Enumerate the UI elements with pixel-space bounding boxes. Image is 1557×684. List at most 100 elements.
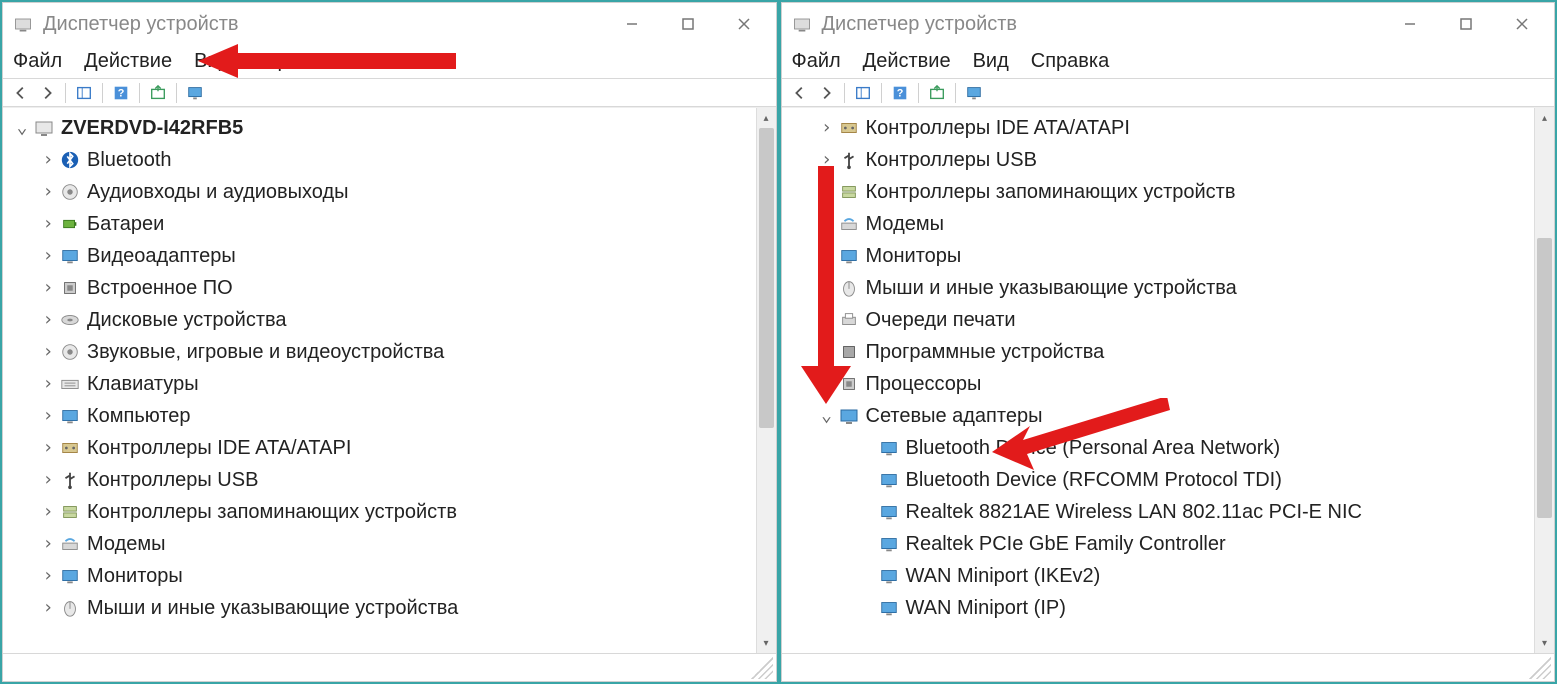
tree-item[interactable]: Мониторы [9, 560, 754, 592]
tree-item[interactable]: Мониторы [788, 240, 1533, 272]
expander-icon[interactable] [818, 379, 836, 389]
expander-icon[interactable] [818, 347, 836, 357]
expander-icon[interactable] [39, 571, 57, 581]
maximize-button[interactable] [1438, 4, 1494, 44]
scroll-up-icon[interactable]: ▴ [757, 108, 776, 128]
tree-item[interactable]: Модемы [9, 528, 754, 560]
device-tree[interactable]: Контроллеры IDE ATA/ATAPIКонтроллеры USB… [782, 108, 1535, 653]
expander-icon[interactable] [39, 443, 57, 453]
expander-icon[interactable] [818, 219, 836, 229]
tree-item[interactable]: Клавиатуры [9, 368, 754, 400]
expander-icon[interactable] [39, 219, 57, 229]
tree-device-item[interactable]: WAN Miniport (IKEv2) [788, 560, 1533, 592]
tree-item[interactable]: Встроенное ПО [9, 272, 754, 304]
help-button[interactable]: ? [109, 82, 133, 104]
tree-device-item[interactable]: Bluetooth Device (RFCOMM Protocol TDI) [788, 464, 1533, 496]
tree-item[interactable]: Мыши и иные указывающие устройства [788, 272, 1533, 304]
menu-help[interactable]: Справка [252, 50, 330, 73]
tree-device-item[interactable]: Realtek 8821AE Wireless LAN 802.11ac PCI… [788, 496, 1533, 528]
expander-icon[interactable] [39, 347, 57, 357]
tree-item[interactable]: Видеоадаптеры [9, 240, 754, 272]
expander-icon[interactable] [39, 475, 57, 485]
menu-file[interactable]: Файл [13, 50, 62, 73]
tree-item[interactable]: Контроллеры запоминающих устройств [788, 176, 1533, 208]
expander-icon[interactable] [39, 155, 57, 165]
help-button[interactable]: ? [888, 82, 912, 104]
show-hide-tree-button[interactable] [72, 82, 96, 104]
tree-item[interactable]: Звуковые, игровые и видеоустройства [9, 336, 754, 368]
device-tree[interactable]: ZVERDVD-I42RFB5 BluetoothАудиовходы и ау… [3, 108, 756, 653]
tree-device-item[interactable]: WAN Miniport (IP) [788, 592, 1533, 624]
scroll-down-icon[interactable]: ▾ [1535, 633, 1554, 653]
expander-icon[interactable] [39, 539, 57, 549]
vertical-scrollbar[interactable]: ▴ ▾ [756, 108, 776, 653]
tree-item[interactable]: Контроллеры IDE ATA/ATAPI [9, 432, 754, 464]
menu-help[interactable]: Справка [1031, 50, 1109, 73]
expander-icon[interactable] [39, 379, 57, 389]
nav-forward-button[interactable] [814, 82, 838, 104]
tree-item[interactable]: Очереди печати [788, 304, 1533, 336]
tree-item[interactable]: Дисковые устройства [9, 304, 754, 336]
minimize-button[interactable] [1382, 4, 1438, 44]
scroll-down-icon[interactable]: ▾ [757, 633, 776, 653]
scroll-up-icon[interactable]: ▴ [1535, 108, 1554, 128]
expander-icon[interactable] [818, 283, 836, 293]
device-category-icon [59, 405, 81, 427]
tree-item[interactable]: Батареи [9, 208, 754, 240]
expander-icon[interactable] [818, 123, 836, 133]
expander-icon[interactable] [818, 251, 836, 261]
menu-file[interactable]: Файл [792, 50, 841, 73]
maximize-button[interactable] [660, 4, 716, 44]
vertical-scrollbar[interactable]: ▴ ▾ [1534, 108, 1554, 653]
tree-item[interactable]: Контроллеры IDE ATA/ATAPI [788, 112, 1533, 144]
nav-back-button[interactable] [788, 82, 812, 104]
scroll-thumb[interactable] [759, 128, 774, 428]
monitor-button[interactable] [962, 82, 986, 104]
svg-text:?: ? [896, 87, 903, 99]
scan-hardware-button[interactable] [146, 82, 170, 104]
expander-icon[interactable] [818, 315, 836, 325]
tree-item[interactable]: Аудиовходы и аудиовыходы [9, 176, 754, 208]
menu-action[interactable]: Действие [84, 50, 172, 73]
resize-grip[interactable] [1529, 657, 1551, 679]
tree-item[interactable]: Контроллеры USB [788, 144, 1533, 176]
expander-icon[interactable] [39, 315, 57, 325]
titlebar[interactable]: Диспетчер устройств [782, 3, 1555, 45]
titlebar[interactable]: Диспетчер устройств [3, 3, 776, 45]
nav-forward-button[interactable] [35, 82, 59, 104]
expander-icon[interactable] [818, 187, 836, 197]
expander-icon[interactable] [39, 187, 57, 197]
expander-icon[interactable] [39, 507, 57, 517]
expander-icon[interactable] [39, 411, 57, 421]
minimize-button[interactable] [604, 4, 660, 44]
tree-item[interactable]: Модемы [788, 208, 1533, 240]
menu-view[interactable]: Вид [194, 50, 230, 73]
tree-item[interactable]: Процессоры [788, 368, 1533, 400]
close-button[interactable] [716, 4, 772, 44]
tree-item[interactable]: Мыши и иные указывающие устройства [9, 592, 754, 624]
scroll-thumb[interactable] [1537, 238, 1552, 518]
tree-item[interactable]: Программные устройства [788, 336, 1533, 368]
show-hide-tree-button[interactable] [851, 82, 875, 104]
tree-device-item[interactable]: Realtek PCIe GbE Family Controller [788, 528, 1533, 560]
tree-item[interactable]: Bluetooth [9, 144, 754, 176]
menu-action[interactable]: Действие [863, 50, 951, 73]
tree-item[interactable]: Компьютер [9, 400, 754, 432]
tree-root[interactable]: ZVERDVD-I42RFB5 [9, 112, 754, 144]
close-button[interactable] [1494, 4, 1550, 44]
tree-category-network[interactable]: Сетевые адаптеры [788, 400, 1533, 432]
nav-back-button[interactable] [9, 82, 33, 104]
expander-icon[interactable] [818, 411, 836, 421]
expander-icon[interactable] [13, 123, 31, 133]
tree-device-item[interactable]: Bluetooth Device (Personal Area Network) [788, 432, 1533, 464]
expander-icon[interactable] [818, 155, 836, 165]
expander-icon[interactable] [39, 283, 57, 293]
monitor-button[interactable] [183, 82, 207, 104]
scan-hardware-button[interactable] [925, 82, 949, 104]
menu-view[interactable]: Вид [973, 50, 1009, 73]
resize-grip[interactable] [751, 657, 773, 679]
tree-item[interactable]: Контроллеры USB [9, 464, 754, 496]
tree-item[interactable]: Контроллеры запоминающих устройств [9, 496, 754, 528]
expander-icon[interactable] [39, 251, 57, 261]
expander-icon[interactable] [39, 603, 57, 613]
